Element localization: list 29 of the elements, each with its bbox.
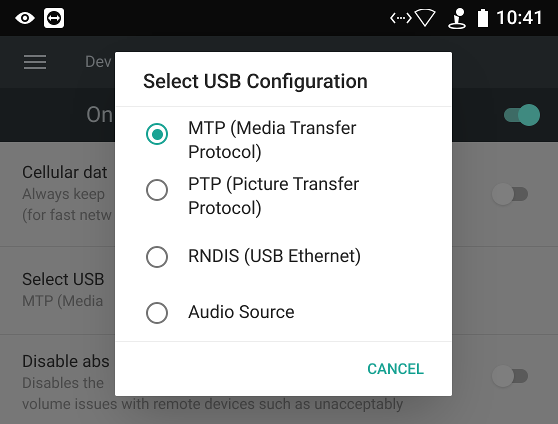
toggle-switch[interactable]	[492, 365, 530, 387]
dialog-title: Select USB Configuration	[143, 68, 368, 96]
switch-label: On	[86, 102, 114, 130]
radio-button[interactable]	[146, 123, 168, 146]
option-label: RNDIS (USB Ethernet)	[188, 245, 362, 270]
remote-control-icon	[44, 8, 64, 28]
battery-icon	[478, 9, 488, 27]
menu-icon[interactable]	[24, 54, 46, 70]
radio-button[interactable]	[146, 179, 168, 202]
option-label: MTP (Media Transfer Protocol)	[188, 117, 358, 166]
option-label: Audio Source	[188, 301, 296, 326]
wifi-icon	[414, 9, 436, 27]
upload-person-icon	[448, 7, 468, 29]
toggle-switch[interactable]	[502, 104, 540, 126]
radio-button[interactable]	[146, 246, 168, 268]
radio-option[interactable]: Audio Source	[115, 285, 452, 342]
setting-title: Cellular dat	[22, 162, 108, 184]
toolbar-title: Dev	[85, 51, 112, 73]
radio-option[interactable]: MTP (Media Transfer Protocol)	[115, 117, 452, 174]
radio-option[interactable]: RNDIS (USB Ethernet)	[115, 229, 452, 286]
data-transfer-icon	[390, 12, 412, 24]
radio-option[interactable]: PTP (Picture Transfer Protocol)	[115, 173, 452, 230]
setting-title: Select USB	[22, 269, 105, 291]
clock-time: 10:41	[496, 4, 544, 31]
setting-title: Disable abs	[22, 351, 110, 373]
toggle-switch[interactable]	[492, 183, 530, 205]
radio-button[interactable]	[146, 302, 168, 324]
option-label: PTP (Picture Transfer Protocol)	[188, 173, 360, 222]
eye-icon	[14, 11, 36, 25]
